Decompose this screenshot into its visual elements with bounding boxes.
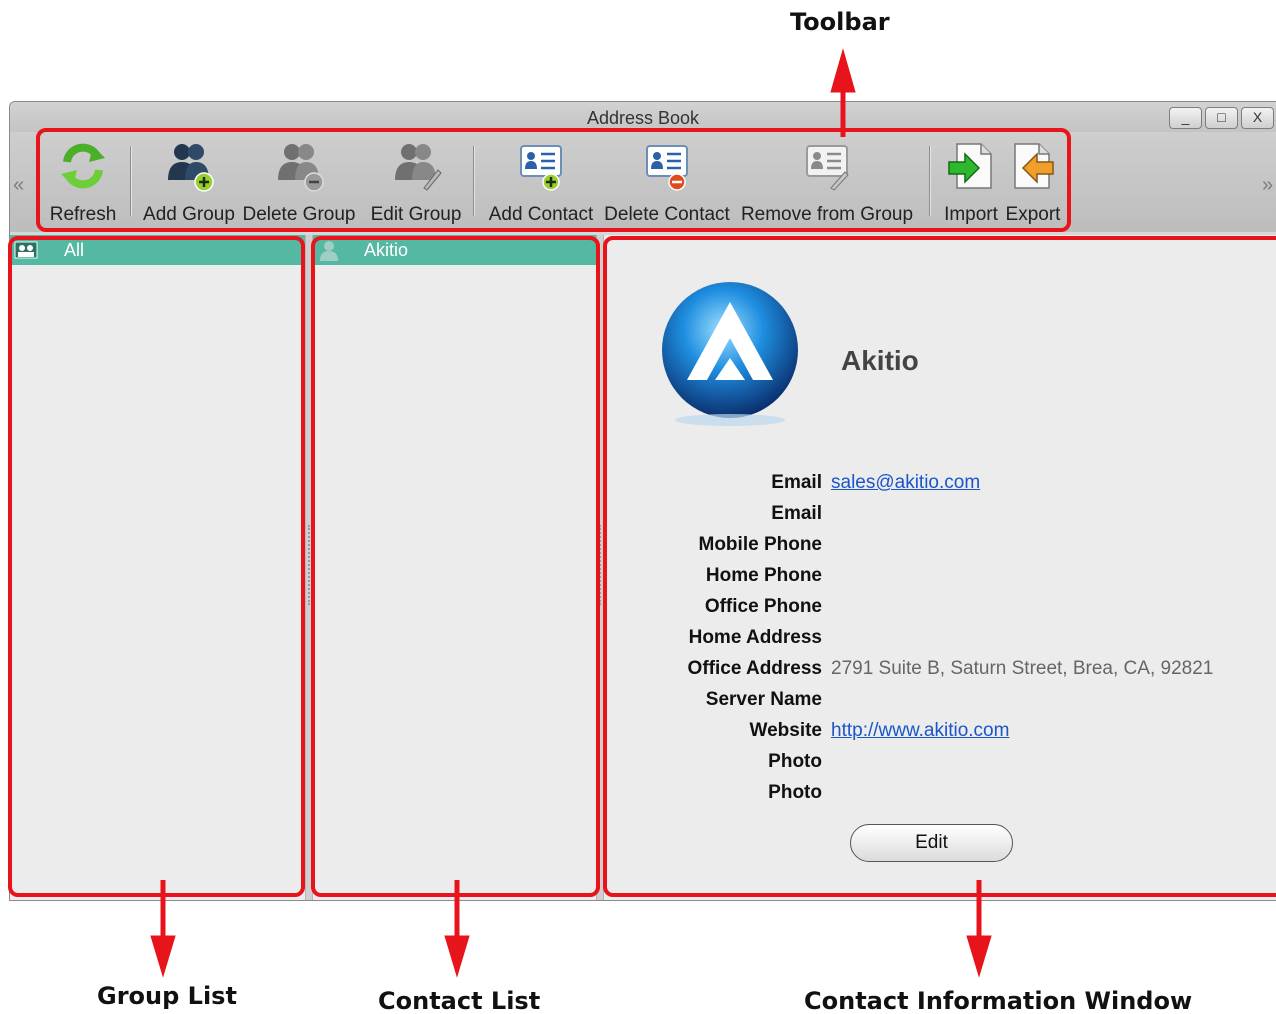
group-icon [14, 241, 38, 259]
group-item-label: All [64, 240, 85, 260]
toolbar-separator [929, 146, 930, 216]
remove-from-group-icon [806, 145, 849, 191]
add-group-icon [168, 144, 214, 192]
close-icon: X [1252, 109, 1263, 125]
toolbar-separator [473, 146, 474, 216]
remove-from-group-label: Remove from Group [740, 204, 914, 225]
edit-group-label: Edit Group [370, 204, 462, 225]
contact-item-akitio[interactable]: Akitio [313, 235, 596, 265]
delete-contact-icon [646, 145, 688, 191]
contact-field-label: Photo [768, 751, 822, 772]
contact-name: Akitio [841, 345, 919, 376]
add-contact-label: Add Contact [488, 204, 594, 225]
contact-field-label: Home Phone [705, 565, 822, 586]
contact-field-label: Email [771, 472, 822, 493]
contact-field-row: Server Name [620, 689, 1260, 717]
refresh-icon [61, 143, 105, 189]
contact-field-row: Office Phone [620, 596, 1260, 624]
contact-field-row: Website http://www.akitio.com [620, 720, 1260, 748]
contact-field-label: Website [749, 720, 822, 741]
contact-field-label: Server Name [705, 689, 822, 710]
contact-field-link[interactable]: sales@akitio.com [831, 472, 980, 494]
group-list-callout: Group List [97, 982, 237, 1010]
contact-field-label: Office Address [687, 658, 822, 679]
edit-group-button[interactable]: Edit Group [368, 132, 464, 232]
close-button[interactable]: X [1241, 107, 1274, 129]
arrow-up-toolbar [830, 48, 856, 93]
contact-info-callout: Contact Information Window [804, 987, 1193, 1014]
contact-field-row: Home Phone [620, 565, 1260, 593]
maximize-button[interactable]: □ [1205, 107, 1238, 129]
group-item-all[interactable]: All [10, 235, 305, 265]
contact-field-value: 2791 Suite B, Saturn Street, Brea, CA, 9… [831, 658, 1214, 679]
contact-field-row: Email [620, 503, 1260, 531]
minimize-icon: _ [1181, 109, 1190, 125]
arrow-down-contact-info [966, 935, 992, 978]
contact-field-row: Home Address [620, 627, 1260, 655]
refresh-label: Refresh [49, 204, 117, 225]
arrow-down-group-list [150, 935, 176, 978]
contact-field-label: Mobile Phone [698, 534, 823, 555]
contact-field-label: Email [771, 503, 822, 524]
address-book-window: Address Book _ □ X « » Refresh Add Group… [9, 101, 1276, 901]
refresh-button[interactable]: Refresh [43, 132, 123, 232]
import-button[interactable]: Import [939, 132, 1003, 232]
contact-field-row: Mobile Phone [620, 534, 1260, 562]
delete-group-button[interactable]: Delete Group [242, 132, 356, 232]
export-label: Export [1005, 204, 1061, 225]
delete-contact-label: Delete Contact [604, 204, 730, 225]
toolbar-scroll-left-icon[interactable]: « [13, 174, 24, 197]
minimize-button[interactable]: _ [1169, 107, 1202, 129]
contact-field-label: Photo [768, 782, 822, 803]
add-group-button[interactable]: Add Group [142, 132, 236, 232]
add-contact-icon [520, 145, 562, 191]
maximize-icon: □ [1217, 109, 1226, 125]
title-bar[interactable]: Address Book _ □ X [10, 102, 1276, 132]
contact-field-label: Office Phone [704, 596, 822, 617]
contact-avatar [662, 282, 798, 426]
edit-group-icon [395, 144, 442, 191]
window-controls: _ □ X [1169, 107, 1274, 129]
add-group-label: Add Group [143, 204, 235, 225]
arrow-down-contact-list [444, 935, 470, 978]
toolbar-separator [130, 146, 131, 216]
toolbar-callout: Toolbar [790, 8, 890, 36]
toolbar: « » Refresh Add Group Delete Group Edit … [10, 132, 1276, 232]
pane-splitter[interactable] [596, 235, 604, 900]
delete-group-label: Delete Group [242, 204, 356, 225]
export-icon [1014, 143, 1054, 189]
group-list: All [10, 235, 305, 900]
contact-list: Akitio [313, 235, 596, 900]
delete-contact-button[interactable]: Delete Contact [602, 132, 732, 232]
contact-field-row: Photo [620, 782, 1260, 810]
splitter-grip [308, 525, 310, 605]
edit-button[interactable]: Edit [850, 824, 1013, 862]
contact-item-label: Akitio [364, 240, 409, 260]
contact-field-link[interactable]: http://www.akitio.com [831, 720, 1009, 742]
remove-from-group-button[interactable]: Remove from Group [740, 132, 914, 232]
contact-field-row: Office Address 2791 Suite B, Saturn Stree… [620, 658, 1260, 686]
contact-field-row: Photo [620, 751, 1260, 779]
delete-group-icon [278, 144, 324, 192]
splitter-grip [599, 525, 601, 605]
pane-splitter[interactable] [305, 235, 313, 900]
import-icon [948, 143, 992, 189]
contact-icon [320, 241, 338, 261]
window-title: Address Book [586, 108, 700, 128]
export-button[interactable]: Export [1002, 132, 1064, 232]
contact-field-row: Email sales@akitio.com [620, 472, 1260, 500]
toolbar-scroll-right-icon[interactable]: » [1262, 174, 1273, 197]
contact-list-callout: Contact List [378, 987, 541, 1014]
add-contact-button[interactable]: Add Contact [486, 132, 596, 232]
contact-field-label: Home Address [688, 627, 822, 648]
